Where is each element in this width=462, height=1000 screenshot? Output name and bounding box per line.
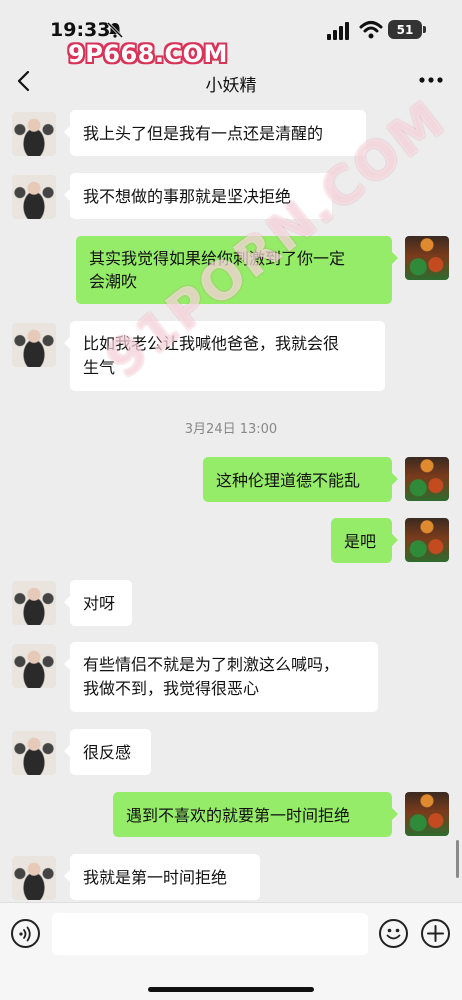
message-bubble-outgoing[interactable]: 是吧	[331, 518, 398, 563]
nav-bar: 小妖精	[0, 56, 462, 106]
battery-level: 51	[396, 22, 414, 37]
voice-icon	[18, 926, 31, 941]
my-avatar[interactable]	[405, 457, 449, 501]
more-functions-button[interactable]	[421, 919, 450, 948]
contact-avatar[interactable]	[12, 856, 56, 900]
message-line: 我做不到，我觉得很恶心	[83, 679, 260, 698]
message-bubble-incoming[interactable]: 我不想做的事那就是坚决拒绝	[64, 173, 332, 219]
message-text-input[interactable]	[52, 913, 368, 955]
contact-avatar[interactable]	[12, 175, 56, 219]
message-bubble-outgoing[interactable]: 这种伦理道德不能乱	[203, 457, 398, 502]
status-time: 19:33	[50, 19, 111, 41]
emoji-smile-icon	[386, 928, 401, 940]
wifi-icon	[359, 21, 383, 39]
message-line: 比如我老公让我喊他爸爸，我就会很	[83, 334, 340, 353]
message-bubble-incoming[interactable]: 我就是第一时间拒绝	[64, 854, 260, 900]
message-timestamp: 3月24日 13:00	[184, 422, 278, 437]
message-bubble-outgoing[interactable]: 遇到不喜欢的就要第一时间拒绝	[113, 792, 398, 837]
contact-avatar[interactable]	[12, 581, 56, 625]
message-line: 其实我觉得如果给你刺激到了你一定	[89, 249, 346, 268]
my-avatar[interactable]	[405, 792, 449, 836]
message-line: 生气	[83, 358, 116, 377]
message-bubble-incoming[interactable]: 比如我老公让我喊他爸爸，我就会很 生气	[64, 321, 385, 391]
message-bubble-incoming[interactable]: 对呀	[64, 580, 132, 626]
input-bar	[0, 902, 462, 1000]
message-line: 会潮吹	[89, 272, 138, 291]
battery-indicator: 51	[388, 20, 422, 39]
message-bubble-incoming[interactable]: 有些情侣不就是为了刺激这么喊吗， 我做不到，我觉得很恶心	[64, 642, 378, 712]
my-avatar[interactable]	[405, 518, 449, 562]
contact-avatar[interactable]	[12, 323, 56, 367]
bell-muted-icon	[106, 21, 124, 39]
contact-avatar[interactable]	[12, 644, 56, 688]
message-bubble-outgoing[interactable]: 其实我觉得如果给你刺激到了你一定 会潮吹	[76, 236, 398, 304]
chat-title: 小妖精	[205, 76, 257, 96]
my-avatar[interactable]	[405, 236, 449, 280]
voice-input-button[interactable]	[11, 919, 40, 948]
message-bubble-incoming[interactable]: 很反感	[64, 729, 151, 775]
contact-avatar[interactable]	[12, 112, 56, 156]
cellular-signal-icon	[327, 22, 349, 40]
home-indicator[interactable]	[148, 987, 314, 992]
message-line: 有些情侣不就是为了刺激这么喊吗，	[83, 655, 340, 674]
more-options-icon[interactable]	[418, 76, 444, 84]
battery-tip	[423, 26, 426, 33]
contact-avatar[interactable]	[12, 731, 56, 775]
emoji-button[interactable]	[379, 919, 408, 948]
message-bubble-incoming[interactable]: 我上头了但是我有一点还是清醒的	[64, 110, 366, 156]
scrollbar-thumb[interactable]	[456, 840, 459, 878]
plus-icon	[427, 925, 444, 942]
